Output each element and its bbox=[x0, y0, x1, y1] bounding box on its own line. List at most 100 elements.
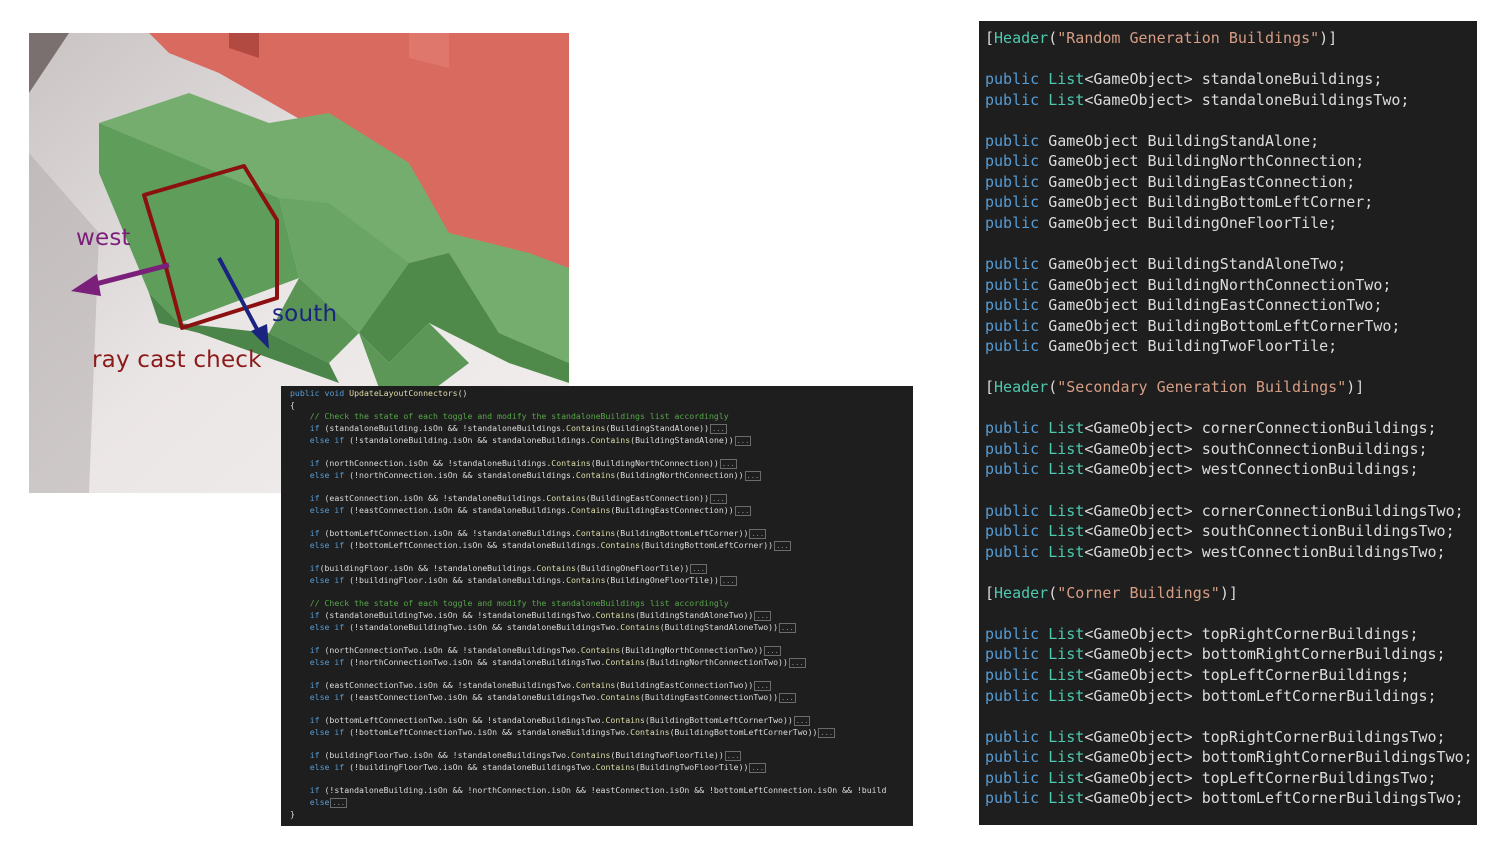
collapsed-region-marker[interactable]: ... bbox=[734, 435, 752, 446]
code-line: if (standaloneBuilding.isOn && !standalo… bbox=[309, 423, 727, 435]
code-line: if (buildingFloorTwo.isOn && !standalone… bbox=[309, 750, 742, 762]
code-line: public List<GameObject> westConnectionBu… bbox=[985, 460, 1419, 479]
code-line: public List<GameObject> bottomLeftCorner… bbox=[985, 789, 1464, 808]
code-line: public List<GameObject> standaloneBuildi… bbox=[985, 90, 1410, 109]
code-line: [Header("Corner Buildings")] bbox=[985, 583, 1238, 602]
code-line: else if (!buildingFloor.isOn && standalo… bbox=[309, 575, 737, 586]
collapsed-region-marker[interactable]: ... bbox=[754, 611, 772, 622]
code-line: public GameObject BuildingEastConnection… bbox=[985, 172, 1356, 191]
code-line: else if (!buildingFloorTwo.isOn && stand… bbox=[309, 762, 767, 773]
collapsed-region-marker[interactable]: ... bbox=[710, 424, 727, 435]
code-line: public GameObject BuildingEastConnection… bbox=[985, 296, 1383, 315]
code-line: if (northConnectionTwo.isOn && !standalo… bbox=[309, 645, 781, 657]
code-line: public List<GameObject> westConnectionBu… bbox=[985, 542, 1446, 561]
code-line: [Header("Secondary Generation Buildings"… bbox=[985, 378, 1365, 397]
code-line: public List<GameObject> standaloneBuildi… bbox=[985, 70, 1383, 89]
code-line: } bbox=[290, 808, 295, 819]
collapsed-region-marker[interactable]: ... bbox=[774, 540, 791, 551]
code-line: else if (!standaloneBuilding.isOn && sta… bbox=[309, 434, 752, 446]
code-line: if (!standaloneBuilding.isOn && !northCo… bbox=[309, 785, 887, 796]
collapsed-region-marker[interactable]: ... bbox=[749, 529, 767, 540]
code-line: public GameObject BuildingNorthConnectio… bbox=[985, 152, 1365, 171]
code-line: else if (!eastConnection.isOn && standal… bbox=[309, 504, 752, 516]
code-line: else if (!eastConnectionTwo.isOn && stan… bbox=[309, 691, 796, 703]
code-line: if (eastConnection.isOn && !standaloneBu… bbox=[309, 493, 727, 505]
code-line: public List<GameObject> topRightCornerBu… bbox=[985, 727, 1446, 746]
code-line: public GameObject BuildingStandAlone; bbox=[985, 131, 1320, 150]
collapsed-region-marker[interactable]: ... bbox=[754, 681, 772, 692]
code-panel-update-layout: public void UpdateLayoutConnectors(){ //… bbox=[281, 386, 913, 826]
code-line: public List<GameObject> bottomRightCorne… bbox=[985, 645, 1446, 664]
code-line: if (bottomLeftConnection.isOn && !standa… bbox=[309, 528, 767, 540]
code-line: public GameObject BuildingStandAloneTwo; bbox=[985, 255, 1347, 274]
collapsed-region-marker[interactable]: ... bbox=[764, 646, 781, 657]
code-line: else if (!northConnection.isOn && standa… bbox=[309, 469, 762, 481]
code-line: if (eastConnectionTwo.isOn && !standalon… bbox=[309, 680, 772, 692]
collapsed-region-marker[interactable]: ... bbox=[690, 564, 707, 575]
code-line: public GameObject BuildingOneFloorTile; bbox=[985, 213, 1338, 232]
collapsed-region-marker[interactable]: ... bbox=[779, 692, 796, 703]
collapsed-region-marker[interactable]: ... bbox=[719, 576, 737, 586]
collapsed-region-marker[interactable]: ... bbox=[779, 622, 796, 633]
code-line: else if (!bottomLeftConnectionTwo.isOn &… bbox=[309, 726, 836, 738]
collapsed-region-marker[interactable]: ... bbox=[818, 727, 836, 738]
raycast-label: ray cast check bbox=[92, 347, 262, 373]
collapsed-region-marker[interactable]: ... bbox=[788, 657, 806, 668]
code-line: else if (!bottomLeftConnection.isOn && s… bbox=[309, 539, 791, 551]
code-line: [Header("Random Generation Buildings")] bbox=[985, 29, 1338, 47]
code-line: public List<GameObject> topLeftCornerBui… bbox=[985, 768, 1437, 787]
code-line: else if (!northConnectionTwo.isOn && sta… bbox=[309, 656, 806, 668]
code-line: public List<GameObject> cornerConnection… bbox=[985, 501, 1464, 520]
code-line: if (northConnection.isOn && !standaloneB… bbox=[309, 458, 737, 470]
collapsed-region-marker[interactable]: ... bbox=[734, 505, 752, 516]
code-line: public GameObject BuildingNorthConnectio… bbox=[985, 275, 1392, 294]
code-line: if (bottomLeftConnectionTwo.isOn && !sta… bbox=[309, 715, 811, 727]
code-line: public List<GameObject> southConnectionB… bbox=[985, 522, 1455, 541]
code-line: public List<GameObject> bottomRightCorne… bbox=[985, 748, 1473, 767]
code-line: public List<GameObject> topRightCornerBu… bbox=[985, 624, 1419, 643]
code-comment: // Check the state of each toggle and mo… bbox=[309, 598, 729, 609]
collapsed-region-marker[interactable]: ... bbox=[719, 459, 737, 470]
collapsed-region-marker[interactable]: ... bbox=[793, 716, 811, 727]
code-line: if(buildingFloor.isOn && !standaloneBuil… bbox=[309, 563, 707, 575]
code-line: public GameObject BuildingTwoFloorTile; bbox=[985, 337, 1338, 356]
code-line: public GameObject BuildingBottomLeftCorn… bbox=[985, 193, 1374, 212]
collapsed-region-marker[interactable]: ... bbox=[744, 470, 762, 481]
code-line: if (standaloneBuildingTwo.isOn && !stand… bbox=[309, 610, 772, 622]
code-line: else... bbox=[309, 797, 348, 809]
south-label: south bbox=[272, 301, 338, 327]
method-signature: public void UpdateLayoutConnectors() bbox=[290, 388, 468, 398]
code-line: public List<GameObject> cornerConnection… bbox=[985, 419, 1437, 438]
collapsed-region-marker[interactable]: ... bbox=[710, 494, 727, 505]
collapsed-region-marker[interactable]: ... bbox=[749, 763, 767, 773]
code-line: public List<GameObject> bottomLeftCorner… bbox=[985, 686, 1437, 705]
code-line: public List<GameObject> topLeftCornerBui… bbox=[985, 665, 1410, 684]
collapsed-region-marker[interactable]: ... bbox=[724, 751, 742, 762]
code-comment: // Check the state of each toggle and mo… bbox=[309, 411, 729, 422]
code-line: else if (!standaloneBuildingTwo.isOn && … bbox=[309, 621, 796, 633]
code-line: public GameObject BuildingBottomLeftCorn… bbox=[985, 316, 1401, 335]
code-line: { bbox=[290, 399, 295, 410]
code-panel-fields: [Header("Random Generation Buildings")] p… bbox=[979, 21, 1477, 825]
collapsed-region-marker[interactable]: ... bbox=[330, 798, 348, 809]
west-label: west bbox=[76, 225, 131, 251]
code-line: public List<GameObject> southConnectionB… bbox=[985, 439, 1428, 458]
